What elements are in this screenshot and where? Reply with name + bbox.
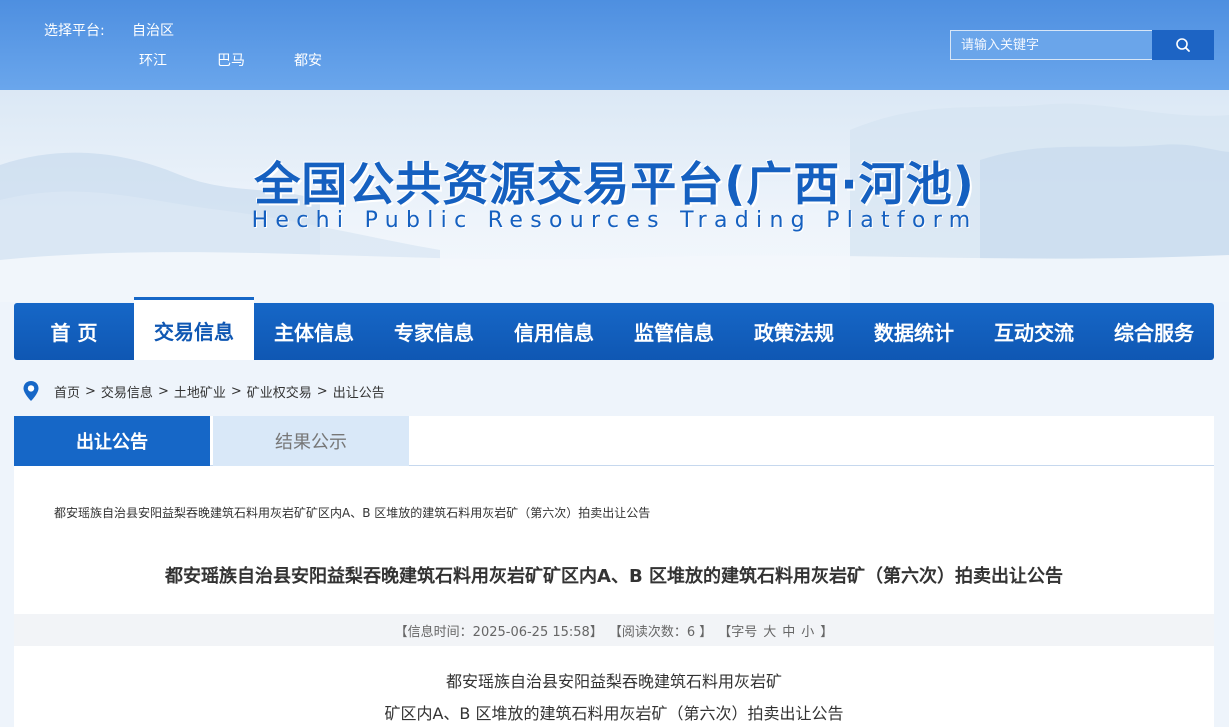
platform-link-huanjiang[interactable]: 环江 <box>139 50 167 70</box>
font-size-label: 【字号 <box>718 624 758 640</box>
view-count: 【阅读次数：6 】 <box>608 624 713 640</box>
breadcrumb-separator: > <box>316 383 328 399</box>
article-panel: 都安瑶族自治县安阳益梨吞晚建筑石料用灰岩矿矿区内A、B 区堆放的建筑石料用灰岩矿… <box>14 466 1214 727</box>
nav-item-subject-info[interactable]: 主体信息 <box>254 303 374 360</box>
breadcrumb-mining-rights[interactable]: 矿业权交易 <box>247 382 312 401</box>
tab-result-announcement[interactable]: 结果公示 <box>213 416 409 466</box>
font-size-small-link[interactable]: 小 <box>801 621 814 640</box>
breadcrumb-home[interactable]: 首页 <box>54 382 80 401</box>
nav-item-interaction[interactable]: 互动交流 <box>974 303 1094 360</box>
nav-item-expert-info[interactable]: 专家信息 <box>374 303 494 360</box>
search-icon <box>1176 38 1190 52</box>
font-size-large-link[interactable]: 大 <box>763 621 776 640</box>
font-size-suffix: 】 <box>820 624 834 640</box>
banner-subtitle: Hechi Public Resources Trading Platform <box>251 208 978 233</box>
platform-link-duan[interactable]: 都安 <box>294 50 322 70</box>
breadcrumb-separator: > <box>85 383 96 399</box>
banner-title: 全国公共资源交易平台(广西·河池) <box>254 157 975 211</box>
banner: 全国公共资源交易平台(广西·河池) Hechi Public Resources… <box>0 90 1229 302</box>
font-size-medium-link[interactable]: 中 <box>782 621 795 640</box>
notice-tabs: 出让公告 结果公示 <box>14 416 1214 466</box>
platform-link-autonomous-region[interactable]: 自治区 <box>132 20 174 40</box>
nav-item-supervision-info[interactable]: 监管信息 <box>614 303 734 360</box>
location-pin-icon <box>23 381 39 401</box>
main-nav: 首 页 交易信息 主体信息 专家信息 信用信息 监管信息 政策法规 数据统计 互… <box>14 297 1214 360</box>
breadcrumb-trading-info[interactable]: 交易信息 <box>101 382 153 401</box>
nav-item-trading-info[interactable]: 交易信息 <box>134 297 254 360</box>
nav-item-statistics[interactable]: 数据统计 <box>854 303 974 360</box>
breadcrumb-land-mining[interactable]: 土地矿业 <box>174 382 226 401</box>
search-button[interactable] <box>1152 30 1214 60</box>
tab-transfer-notice[interactable]: 出让公告 <box>14 416 210 466</box>
search-input[interactable] <box>950 30 1154 60</box>
article-title: 都安瑶族自治县安阳益梨吞晚建筑石料用灰岩矿矿区内A、B 区堆放的建筑石料用灰岩矿… <box>165 566 1063 587</box>
top-bar: 选择平台: 自治区 环江 巴马 都安 <box>0 0 1229 90</box>
article-body-line: 矿区内A、B 区堆放的建筑石料用灰岩矿（第六次）拍卖出让公告 <box>384 704 844 723</box>
article-meta-bar: 【信息时间：2025-06-25 15:58】 【阅读次数：6 】 【字号 大 … <box>14 614 1214 646</box>
article-body-line: 都安瑶族自治县安阳益梨吞晚建筑石料用灰岩矿 <box>445 672 782 691</box>
breadcrumb-separator: > <box>157 383 169 399</box>
breadcrumb-separator: > <box>230 383 242 399</box>
breadcrumb: 首页 > 交易信息 > 土地矿业 > 矿业权交易 > 出让公告 <box>22 380 385 402</box>
breadcrumb-transfer-notice[interactable]: 出让公告 <box>333 382 385 401</box>
platform-label: 选择平台: <box>44 23 105 39</box>
article-breadcrumb-title: 都安瑶族自治县安阳益梨吞晚建筑石料用灰岩矿矿区内A、B 区堆放的建筑石料用灰岩矿… <box>54 506 651 520</box>
nav-item-services[interactable]: 综合服务 <box>1094 303 1214 360</box>
nav-item-policy[interactable]: 政策法规 <box>734 303 854 360</box>
platform-link-bama[interactable]: 巴马 <box>217 50 245 70</box>
nav-item-home[interactable]: 首 页 <box>14 303 134 360</box>
publish-time: 【信息时间：2025-06-25 15:58】 <box>394 624 603 640</box>
nav-item-credit-info[interactable]: 信用信息 <box>494 303 614 360</box>
